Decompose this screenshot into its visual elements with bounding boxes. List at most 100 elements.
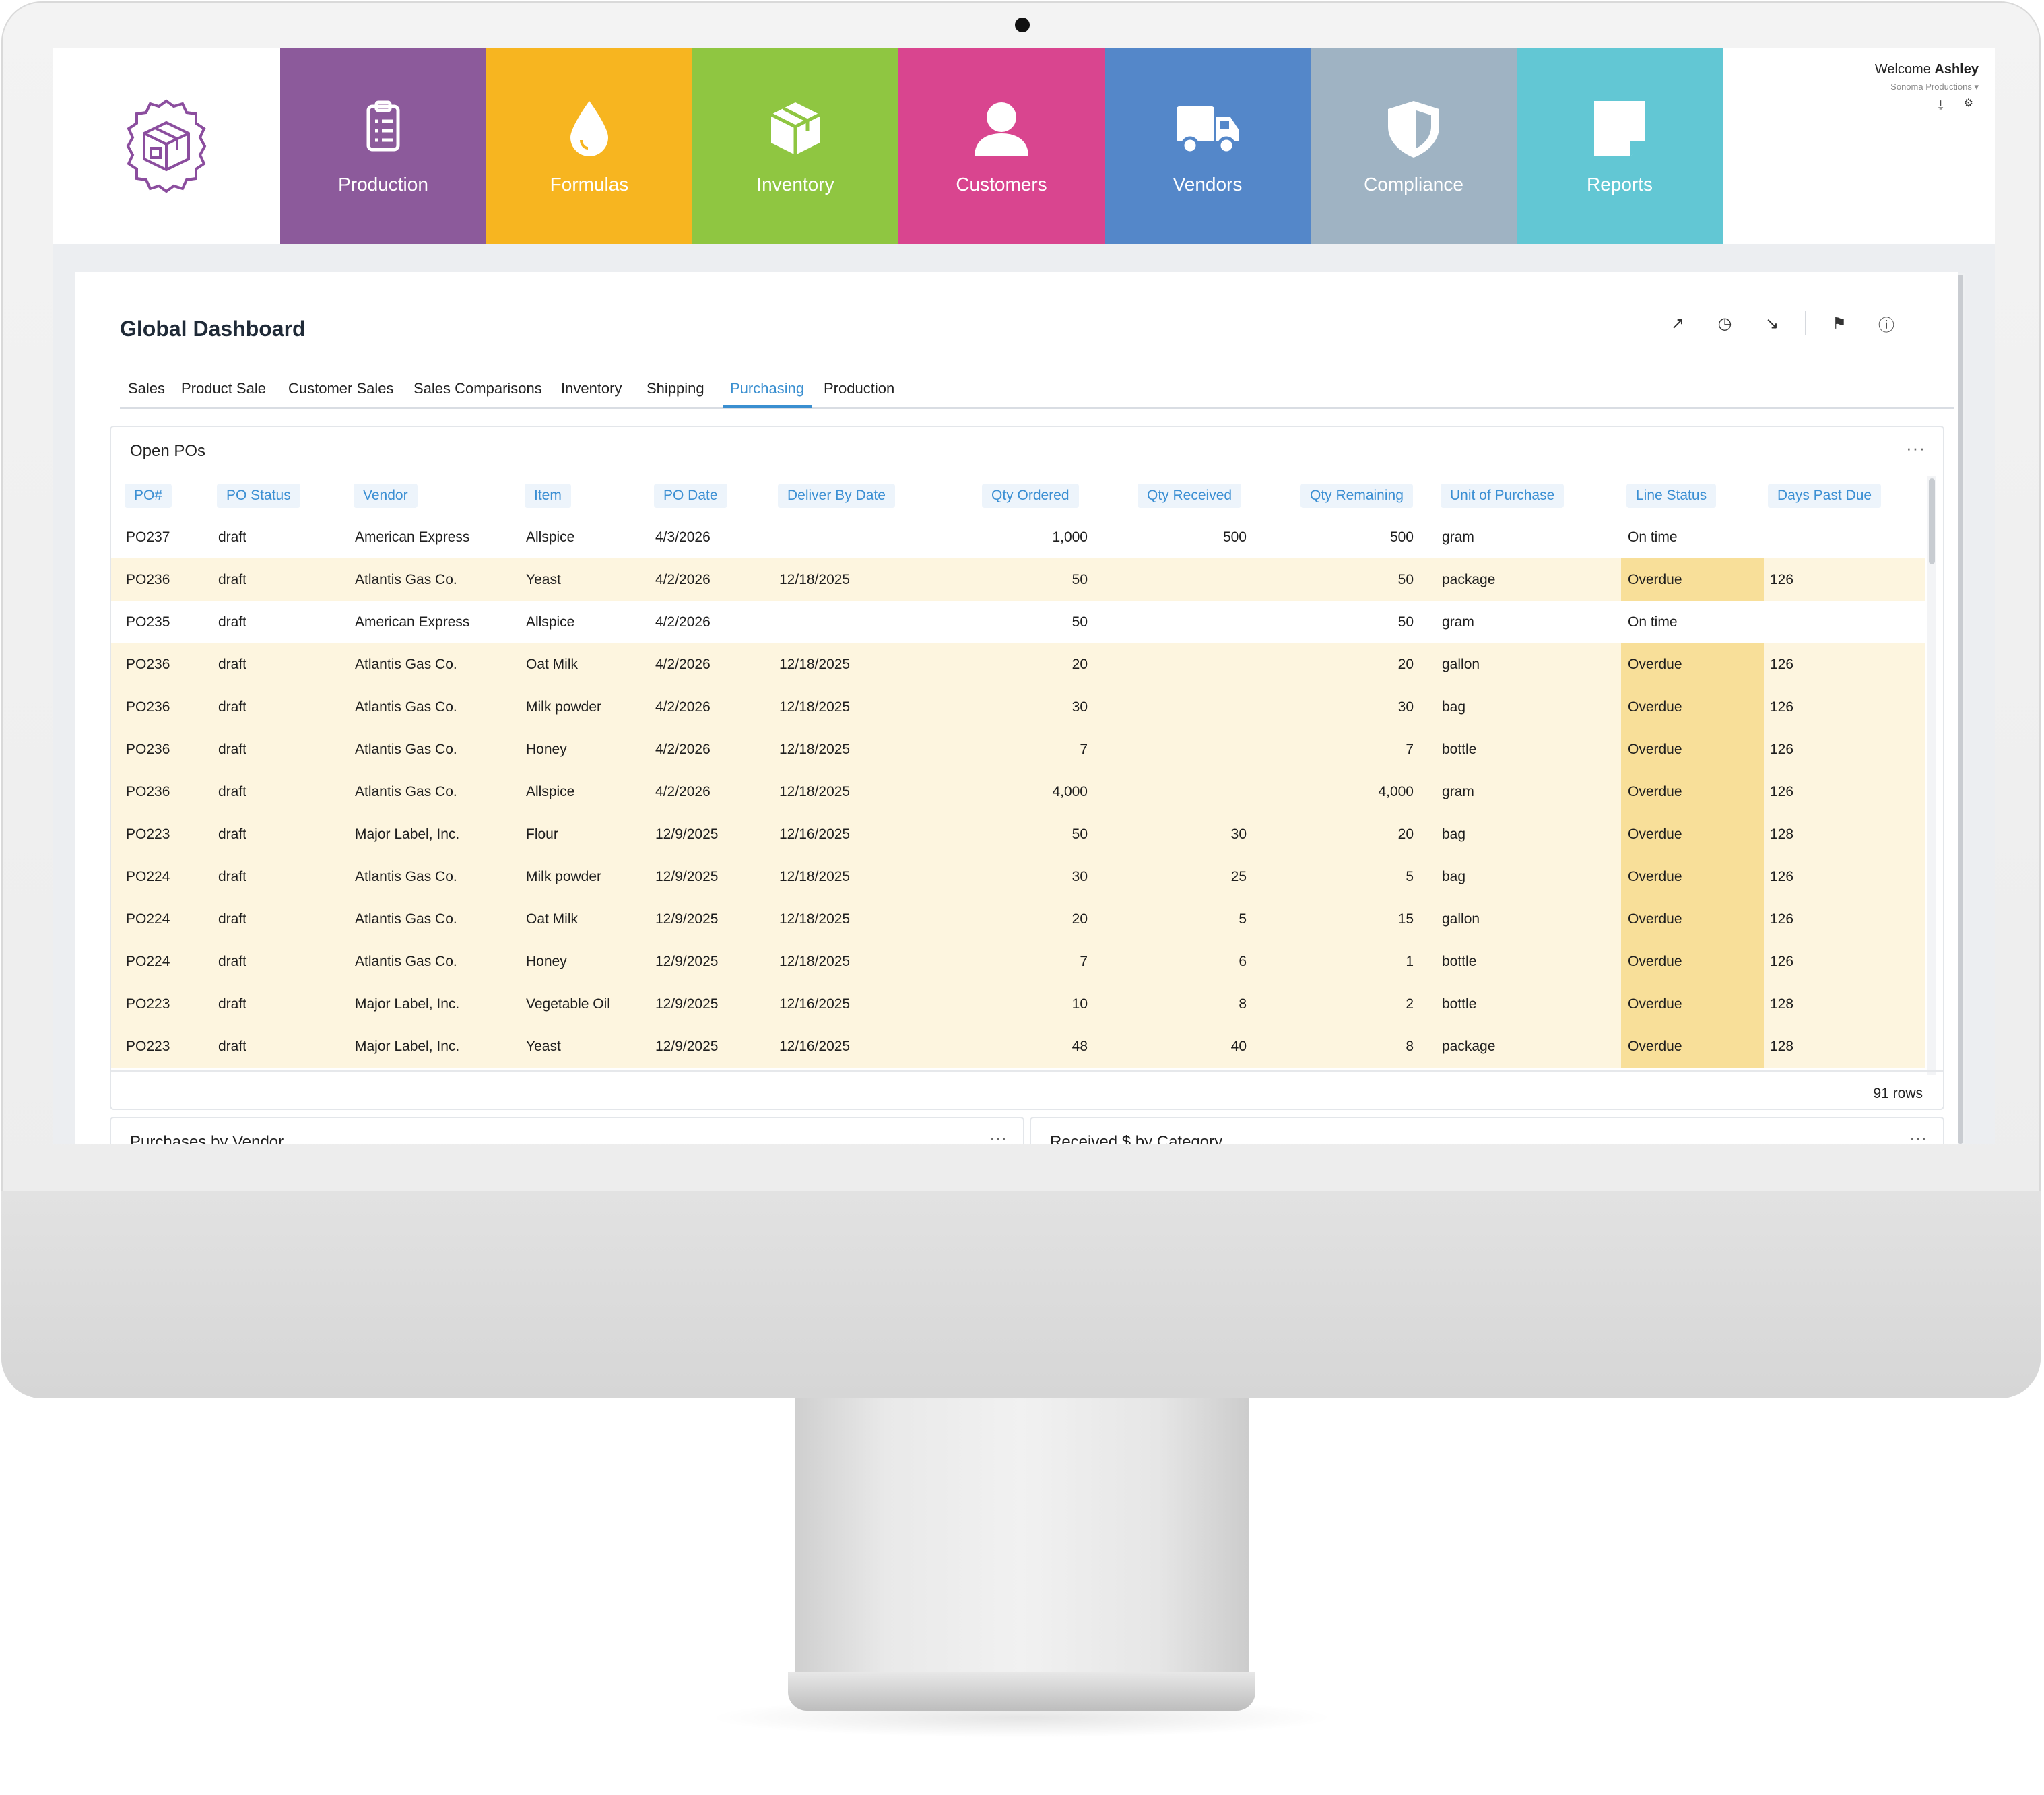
gear-icon[interactable]: ⚙ bbox=[1964, 96, 1973, 112]
page-scrollbar-thumb[interactable] bbox=[1958, 275, 1963, 1144]
cube-icon bbox=[770, 102, 821, 155]
tab-purchasing[interactable]: Purchasing bbox=[723, 380, 813, 408]
tab-production[interactable]: Production bbox=[824, 380, 894, 405]
column-header-qty-remaining[interactable]: Qty Remaining bbox=[1300, 484, 1413, 508]
column-header-qty-ordered[interactable]: Qty Ordered bbox=[982, 484, 1079, 508]
cell-days-past-due: 126 bbox=[1770, 699, 1794, 715]
module-label: Production bbox=[338, 174, 428, 195]
column-header-vendor[interactable]: Vendor bbox=[354, 484, 418, 508]
cell-vendor: American Express bbox=[355, 614, 470, 630]
table-row[interactable]: PO236 draft Atlantis Gas Co. Allspice 4/2/20… bbox=[111, 771, 1925, 814]
tab-product-sale[interactable]: Product Sale bbox=[181, 380, 266, 405]
column-header-po-date[interactable]: PO Date bbox=[654, 484, 727, 508]
cell-qty-received: 500 bbox=[1222, 529, 1247, 545]
cell-qty-remaining: 2 bbox=[1406, 996, 1414, 1012]
more-icon[interactable]: ··· bbox=[1909, 1128, 1927, 1144]
module-formulas[interactable]: Formulas bbox=[486, 48, 692, 244]
cell-vendor: Atlantis Gas Co. bbox=[355, 784, 457, 799]
user-name: Ashley bbox=[1934, 62, 1979, 77]
cell-deliver-by: 12/18/2025 bbox=[779, 869, 851, 884]
module-compliance[interactable]: Compliance bbox=[1311, 48, 1517, 244]
cell-deliver-by: 12/16/2025 bbox=[779, 1039, 851, 1054]
table-scrollbar-track[interactable] bbox=[1927, 476, 1936, 1075]
clock-icon[interactable]: ◷ bbox=[1701, 314, 1748, 333]
bookmark-icon[interactable]: ⚑ bbox=[1816, 314, 1863, 333]
module-production[interactable]: Production bbox=[280, 48, 486, 244]
cell-qty-remaining: 500 bbox=[1389, 529, 1414, 545]
info-icon[interactable]: ⓘ bbox=[1863, 312, 1910, 335]
cell-vendor: Atlantis Gas Co. bbox=[355, 699, 457, 715]
table-row[interactable]: PO224 draft Atlantis Gas Co. Milk powder 12/… bbox=[111, 855, 1925, 899]
cell-days-past-due: 128 bbox=[1770, 1039, 1794, 1054]
column-header-qty-received[interactable]: Qty Received bbox=[1138, 484, 1242, 508]
cell-item: Allspice bbox=[526, 529, 575, 545]
module-customers[interactable]: Customers bbox=[898, 48, 1105, 244]
table-row[interactable]: PO237 draft American Express Allspice 4/3/20… bbox=[111, 516, 1925, 559]
tab-customer-sales[interactable]: Customer Sales bbox=[288, 380, 394, 405]
cell-days-past-due: 126 bbox=[1770, 572, 1794, 587]
tab-inventory[interactable]: Inventory bbox=[561, 380, 622, 405]
cell-qty-received: 5 bbox=[1239, 911, 1247, 927]
organization-selector[interactable]: Sonoma Productions ▾ bbox=[1777, 81, 1979, 92]
cell-po-date: 12/9/2025 bbox=[655, 954, 719, 969]
tab-sales[interactable]: Sales bbox=[128, 380, 165, 405]
table-row[interactable]: PO223 draft Major Label, Inc. Vegetable Oil… bbox=[111, 983, 1925, 1026]
app-logo[interactable] bbox=[53, 48, 280, 244]
table-row[interactable]: PO224 draft Atlantis Gas Co. Honey 12/9/2025… bbox=[111, 940, 1925, 983]
table-row[interactable]: PO223 draft Major Label, Inc. Yeast 12/9/202… bbox=[111, 1025, 1925, 1068]
cell-vendor: Major Label, Inc. bbox=[355, 826, 460, 842]
cell-line-status: On time bbox=[1628, 614, 1678, 630]
cell-po-date: 4/3/2026 bbox=[655, 529, 711, 545]
cell-po-status: draft bbox=[218, 911, 247, 927]
column-header-deliver-by[interactable]: Deliver By Date bbox=[778, 484, 895, 508]
column-header-po-status[interactable]: PO Status bbox=[217, 484, 300, 508]
column-header-days-past-due[interactable]: Days Past Due bbox=[1768, 484, 1882, 508]
cell-line-status: Overdue bbox=[1628, 869, 1682, 884]
top-navigation: Production Formulas Inventory Customers bbox=[53, 48, 1995, 244]
collapse-icon[interactable]: ↘ bbox=[1748, 314, 1795, 333]
module-vendors[interactable]: Vendors bbox=[1105, 48, 1311, 244]
cell-deliver-by: 12/18/2025 bbox=[779, 954, 851, 969]
cell-po-date: 12/9/2025 bbox=[655, 911, 719, 927]
monitor-stand bbox=[795, 1398, 1249, 1674]
cell-unit: bottle bbox=[1442, 742, 1477, 757]
table-scrollbar-thumb[interactable] bbox=[1929, 478, 1935, 564]
cell-po-status: draft bbox=[218, 572, 247, 587]
module-inventory[interactable]: Inventory bbox=[692, 48, 898, 244]
more-icon[interactable]: ··· bbox=[1906, 438, 1925, 459]
tab-sales-comparisons[interactable]: Sales Comparisons bbox=[414, 380, 542, 405]
table-row[interactable]: PO236 draft Atlantis Gas Co. Honey 4/2/2026 1… bbox=[111, 728, 1925, 771]
table-row[interactable]: PO223 draft Major Label, Inc. Flour 12/9/202… bbox=[111, 813, 1925, 856]
module-label: Vendors bbox=[1173, 174, 1243, 195]
cell-po: PO223 bbox=[126, 996, 170, 1012]
tab-shipping[interactable]: Shipping bbox=[647, 380, 704, 405]
column-header-unit[interactable]: Unit of Purchase bbox=[1441, 484, 1564, 508]
cell-unit: gram bbox=[1442, 614, 1474, 630]
module-reports[interactable]: Reports bbox=[1517, 48, 1723, 244]
cell-line-status: Overdue bbox=[1628, 1039, 1682, 1054]
column-header-item[interactable]: Item bbox=[525, 484, 571, 508]
cell-qty-remaining: 30 bbox=[1397, 699, 1414, 715]
table-row[interactable]: PO236 draft Atlantis Gas Co. Yeast 4/2/2026 1… bbox=[111, 558, 1925, 601]
external-link-icon[interactable]: ↗ bbox=[1654, 314, 1701, 333]
module-label: Compliance bbox=[1364, 174, 1463, 195]
cell-vendor: Atlantis Gas Co. bbox=[355, 657, 457, 672]
table-row[interactable]: PO224 draft Atlantis Gas Co. Oat Milk 12/9/2… bbox=[111, 898, 1925, 941]
cell-deliver-by: 12/16/2025 bbox=[779, 826, 851, 842]
table-row[interactable]: PO236 draft Atlantis Gas Co. Milk powder 4/2… bbox=[111, 686, 1925, 729]
table-row[interactable]: PO235 draft American Express Allspice 4/2/20… bbox=[111, 601, 1925, 644]
user-menu[interactable]: Welcome Ashley Sonoma Productions ▾ ⏚ ⚙ bbox=[1777, 62, 1979, 143]
cell-po-status: draft bbox=[218, 996, 247, 1012]
column-header-line-status[interactable]: Line Status bbox=[1626, 484, 1717, 508]
cell-qty-ordered: 7 bbox=[1080, 742, 1088, 757]
table-row[interactable]: PO236 draft Atlantis Gas Co. Oat Milk 4/2/20… bbox=[111, 643, 1925, 686]
note-icon bbox=[1594, 101, 1645, 156]
cell-vendor: American Express bbox=[355, 529, 470, 545]
plug-icon[interactable]: ⏚ bbox=[1936, 96, 1946, 112]
module-label: Customers bbox=[956, 174, 1047, 195]
cell-unit: package bbox=[1442, 572, 1496, 587]
column-header-po[interactable]: PO# bbox=[125, 484, 172, 508]
cell-item: Milk powder bbox=[526, 699, 602, 715]
cell-po-status: draft bbox=[218, 1039, 247, 1054]
more-icon[interactable]: ··· bbox=[989, 1128, 1007, 1144]
